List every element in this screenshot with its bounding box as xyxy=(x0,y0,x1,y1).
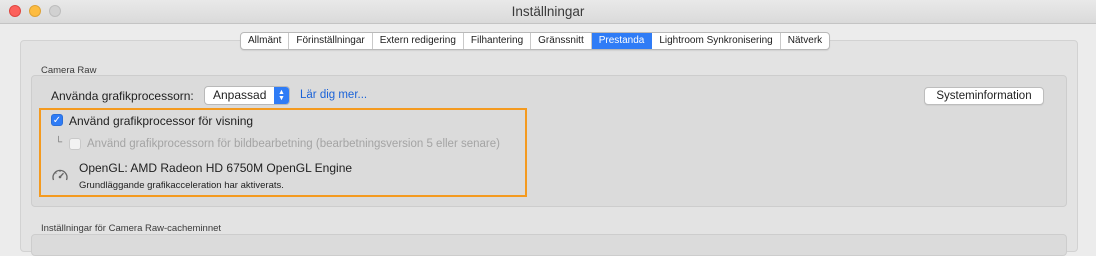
gpu-mode-select[interactable]: Anpassad ▲ ▼ xyxy=(204,86,290,105)
tab-lightroom-synkronisering[interactable]: Lightroom Synkronisering xyxy=(652,33,781,49)
tab-filhantering[interactable]: Filhantering xyxy=(464,33,532,49)
acceleration-status: Grundläggande grafikacceleration har akt… xyxy=(79,180,284,191)
cache-section-title: Inställningar för Camera Raw-cacheminnet xyxy=(41,223,222,234)
speedometer-icon xyxy=(51,167,69,188)
learn-more-link[interactable]: Lär dig mer... xyxy=(300,89,367,101)
title-bar: Inställningar xyxy=(0,0,1096,24)
gpu-mode-value: Anpassad xyxy=(213,88,267,102)
tree-branch-icon: └ xyxy=(55,137,63,148)
tab-prestanda[interactable]: Prestanda xyxy=(591,33,653,49)
use-gpu-display-label: Använd grafikprocessor för visning xyxy=(69,114,254,128)
chevron-up-down-icon: ▲ ▼ xyxy=(274,87,289,104)
tab-granssnitt[interactable]: Gränssnitt xyxy=(531,33,592,49)
opengl-info: OpenGL: AMD Radeon HD 6750M OpenGL Engin… xyxy=(79,161,353,175)
tab-extern-redigering[interactable]: Extern redigering xyxy=(373,33,464,49)
cache-group xyxy=(31,234,1067,256)
use-gpu-display-checkbox[interactable]: ✓ xyxy=(51,114,63,126)
system-information-button[interactable]: Systeminformation xyxy=(924,87,1044,105)
window-title: Inställningar xyxy=(511,4,585,19)
tab-natverk[interactable]: Nätverk xyxy=(781,33,829,49)
tab-forinstallningar[interactable]: Förinställningar xyxy=(289,33,373,49)
tab-allmant[interactable]: Allmänt xyxy=(241,33,290,49)
use-gpu-processing-checkbox[interactable] xyxy=(69,138,81,150)
preferences-tab-bar: Allmänt Förinställningar Extern redigeri… xyxy=(240,32,831,50)
gpu-label: Använda grafikprocessorn: xyxy=(51,89,194,103)
checkmark-icon: ✓ xyxy=(52,115,62,126)
use-gpu-processing-label: Använd grafikprocessorn för bildbearbetn… xyxy=(87,138,500,150)
